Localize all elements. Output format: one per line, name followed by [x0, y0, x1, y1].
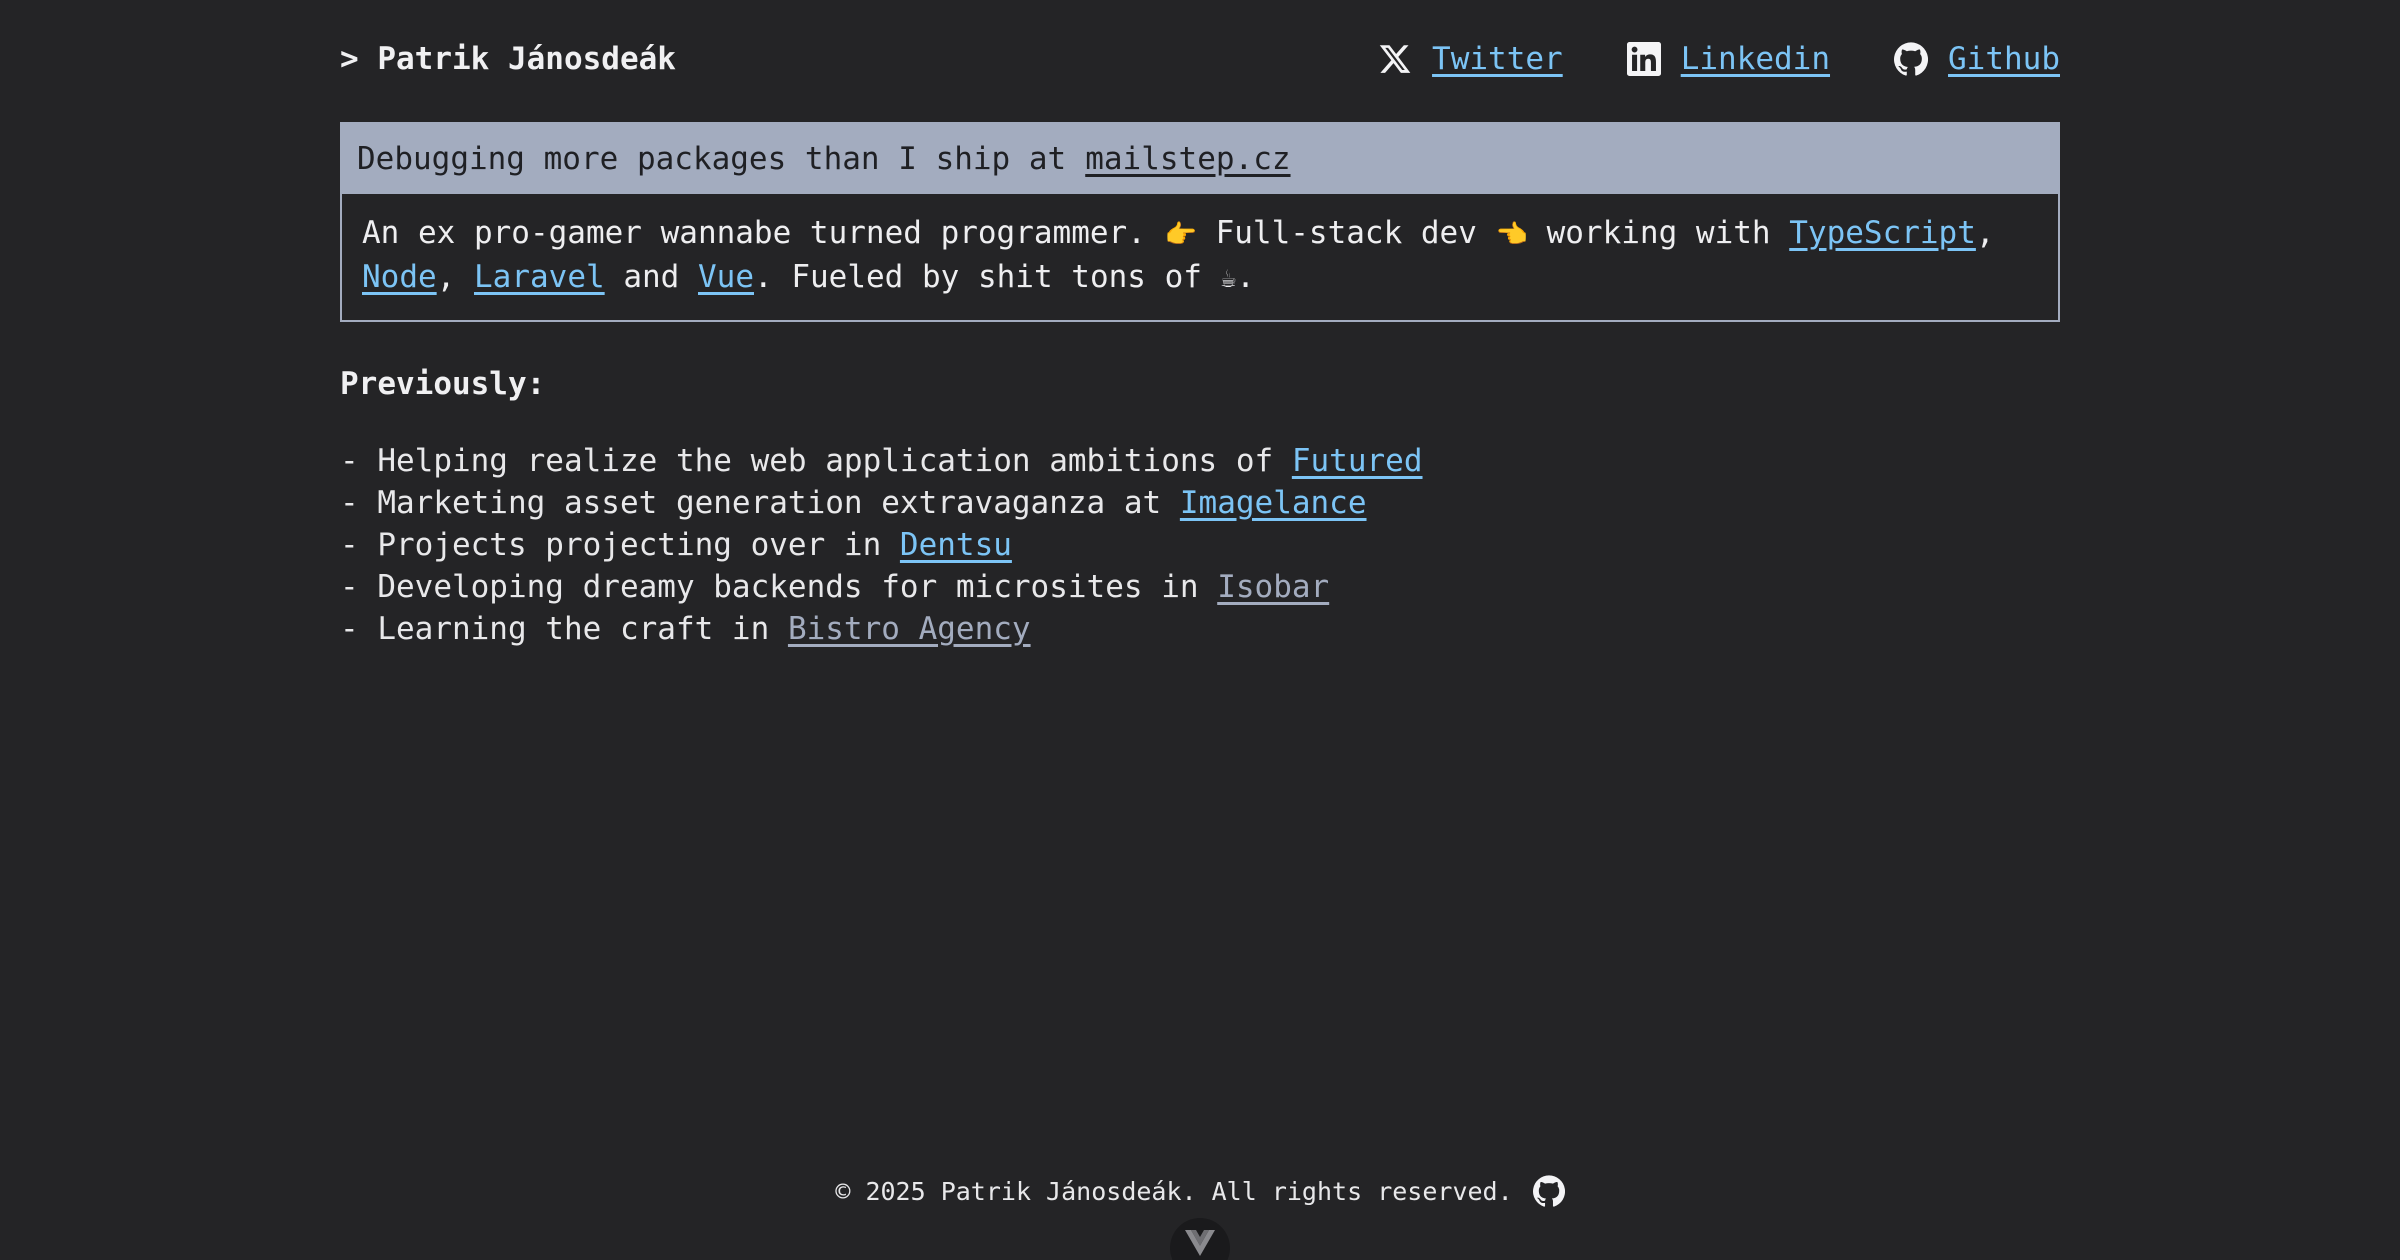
node-link[interactable]: Node [362, 259, 437, 295]
separator: , [436, 259, 456, 295]
futured-link[interactable]: Futured [1292, 443, 1423, 479]
list-item: - Marketing asset generation extravaganz… [340, 482, 2060, 524]
pointing-right-icon: 👉 [1164, 220, 1197, 250]
mailstep-link[interactable]: mailstep.cz [1085, 141, 1290, 177]
separator: , [1975, 215, 1995, 251]
linkedin-icon[interactable] [1626, 42, 1661, 76]
site-header: > Patrik Jánosdeák Twitter Linkedin Gith… [340, 0, 2060, 122]
social-linkedin: Linkedin [1626, 41, 1830, 77]
previously-list: - Helping realize the web application am… [340, 440, 2060, 650]
intro-card: Debugging more packages than I ship at m… [340, 122, 2060, 322]
github-icon[interactable] [1532, 1175, 1565, 1207]
page-container: > Patrik Jánosdeák Twitter Linkedin Gith… [340, 0, 2060, 650]
site-footer: © 2025 Patrik Jánosdeák. All rights rese… [0, 1175, 2400, 1207]
vue-link[interactable]: Vue [698, 259, 754, 295]
bistro-agency-link[interactable]: Bistro Agency [788, 611, 1031, 647]
intro-text: . Fueled by shit tons of [754, 259, 1202, 295]
imagelance-link[interactable]: Imagelance [1180, 485, 1367, 521]
social-links: Twitter Linkedin Github [1314, 41, 2060, 77]
intro-text: . [1236, 259, 1255, 295]
social-twitter: Twitter [1378, 41, 1563, 77]
list-item-text: - Projects projecting over in [340, 527, 882, 563]
list-item: - Projects projecting over in Dentsu [340, 524, 2060, 566]
github-icon[interactable] [1894, 42, 1929, 76]
intro-card-body: An ex pro-gamer wannabe turned programme… [342, 194, 2058, 320]
list-item: - Learning the craft in Bistro Agency [340, 608, 2060, 650]
copyright-text: © 2025 Patrik Jánosdeák. All rights rese… [835, 1176, 1513, 1206]
pointing-left-icon: 👈 [1495, 220, 1528, 250]
intro-card-header-text: Debugging more packages than I ship at [357, 141, 1067, 177]
list-item: - Developing dreamy backends for microsi… [340, 566, 2060, 608]
vue-devtools-badge[interactable] [1170, 1218, 1230, 1260]
isobar-link[interactable]: Isobar [1217, 569, 1329, 605]
intro-card-header: Debugging more packages than I ship at m… [342, 124, 2058, 194]
intro-text: Full-stack dev [1215, 215, 1477, 251]
list-item-text: - Marketing asset generation extravaganz… [340, 485, 1162, 521]
list-item-text: - Helping realize the web application am… [340, 443, 1274, 479]
vue-logo-icon [1185, 1230, 1215, 1256]
github-link[interactable]: Github [1948, 41, 2060, 77]
list-item-text: - Developing dreamy backends for microsi… [340, 569, 1199, 605]
social-github: Github [1894, 41, 2060, 77]
laravel-link[interactable]: Laravel [474, 259, 605, 295]
previously-heading: Previously: [340, 366, 546, 402]
typescript-link[interactable]: TypeScript [1789, 215, 1976, 251]
intro-text: An ex pro-gamer wannabe turned programme… [362, 215, 1146, 251]
x-logo-icon[interactable] [1378, 42, 1412, 76]
list-item: - Helping realize the web application am… [340, 440, 2060, 482]
intro-text: working with [1546, 215, 1771, 251]
list-item-text: - Learning the craft in [340, 611, 770, 647]
linkedin-link[interactable]: Linkedin [1681, 41, 1830, 77]
site-title[interactable]: > Patrik Jánosdeák [340, 41, 676, 77]
twitter-link[interactable]: Twitter [1432, 41, 1563, 77]
intro-text: and [623, 259, 680, 295]
coffee-icon: ☕ [1220, 264, 1237, 294]
dentsu-link[interactable]: Dentsu [900, 527, 1012, 563]
